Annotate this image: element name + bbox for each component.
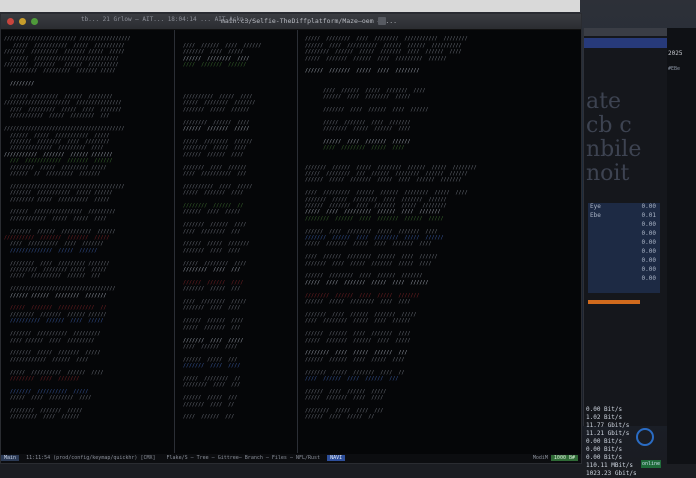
zoom-button[interactable] (31, 18, 38, 25)
status-tag: NAVI (327, 455, 346, 461)
status-segment: Flake/S — Tree — Gittree— Branch — Files… (166, 455, 321, 461)
throughput-item: 1023.23 Gbit/s (586, 470, 637, 477)
status-segment: 11:11:54 (prod/config/keymap/quickhr) [C… (26, 455, 156, 461)
stats-value: 0.01 (641, 212, 656, 219)
throughput-item: 0.00 Bit/s (586, 406, 623, 413)
code-line: ////// //// ///// // (299, 414, 498, 421)
editor-pane-left[interactable]: //////////////////////// ///////////////… (4, 30, 172, 453)
stats-row: 0.00 (588, 275, 660, 284)
background-app-header (584, 38, 667, 48)
stats-value: 0.00 (641, 221, 656, 228)
throughput-item: 1.02 Bit/s (586, 414, 623, 421)
progress-bar (588, 300, 640, 304)
stats-label: Eye (590, 203, 601, 210)
throughput-list: 0.00 Bit/s 1.02 Bit/s 11.77 Gbit/s 11.21… (586, 406, 637, 478)
mode-indicator: Main (1, 455, 20, 461)
folder-icon (378, 17, 386, 25)
window-controls (7, 18, 38, 25)
status-right-badge: 1000 B# (550, 455, 578, 461)
pane-divider[interactable] (297, 30, 298, 453)
status-right: ModiM 1000 B# (533, 454, 578, 463)
loading-circle-icon (636, 428, 654, 446)
background-app-heading: ate cb c nbile noit (586, 90, 641, 186)
stats-row: Ebe 0.01 (588, 212, 660, 221)
editor-pane-middle[interactable]: //// ////// //// ////// /////// //// ///… (177, 30, 295, 453)
stats-row: 0.00 (588, 248, 660, 257)
side-strip: 2025 #EBe (667, 28, 696, 464)
terminal-window[interactable]: tb... 21 Grlow — AIT... 18:04:14 ... AIT… (0, 13, 582, 464)
stats-row: 0.00 (588, 239, 660, 248)
status-right-label: ModiM (532, 455, 548, 461)
stats-row: 0.00 (588, 230, 660, 239)
throughput-item: 0.00 Bit/s (586, 446, 623, 453)
pane-divider[interactable] (174, 30, 175, 453)
code-line: //// ////// /// (177, 414, 268, 421)
hash-label: #EBe (668, 66, 681, 72)
throughput-item: 0.00 Bit/s (586, 438, 623, 445)
online-button[interactable]: online (641, 460, 661, 468)
background-app-window[interactable]: ate cb c nbile noit Eye 0.00 Ebe 0.01 0.00… (583, 28, 667, 477)
close-button[interactable] (7, 18, 14, 25)
status-line: Main 11:11:54 (prod/config/keymap/quickh… (1, 454, 581, 463)
throughput-item: 0.00 Bit/s (586, 454, 623, 461)
heading-line: noit (586, 161, 630, 186)
window-title: main.c3/Selfie-TheDiffplatform/Maze—oem … (221, 17, 398, 25)
minimize-button[interactable] (19, 18, 26, 25)
year-label: 2025 (668, 50, 683, 57)
heading-line: cb c (586, 113, 632, 138)
stats-value: 0.00 (641, 203, 656, 210)
stats-row: 0.00 (588, 257, 660, 266)
terminal-titlebar[interactable]: tb... 21 Grlow — AIT... 18:04:14 ... AIT… (1, 14, 581, 30)
stats-row: Eye 0.00 (588, 203, 660, 212)
stats-label: Ebe (590, 212, 601, 219)
stats-value: 0.00 (641, 239, 656, 246)
throughput-item: 11.77 Gbit/s (586, 422, 630, 429)
throughput-item: 11.21 Gbit/s (586, 430, 630, 437)
stats-value: 0.00 (641, 275, 656, 282)
heading-line: ate (586, 89, 621, 114)
heading-line: nbile (586, 137, 642, 162)
throughput-item: 110.11 MBit/s (586, 462, 633, 469)
stats-value: 0.00 (641, 230, 656, 237)
background-app-titlebar (584, 28, 667, 36)
stats-value: 0.00 (641, 257, 656, 264)
editor-pane-right[interactable]: ///// //////// //// //////// ///////////… (299, 30, 581, 453)
code-line: ///////// //// ////// (4, 414, 128, 421)
stats-value: 0.00 (641, 248, 656, 255)
stats-row: 0.00 (588, 266, 660, 275)
stats-value: 0.00 (641, 266, 656, 273)
stats-panel: Eye 0.00 Ebe 0.01 0.00 0.00 0.00 0.00 0.00… (588, 203, 660, 293)
stats-row: 0.00 (588, 221, 660, 230)
